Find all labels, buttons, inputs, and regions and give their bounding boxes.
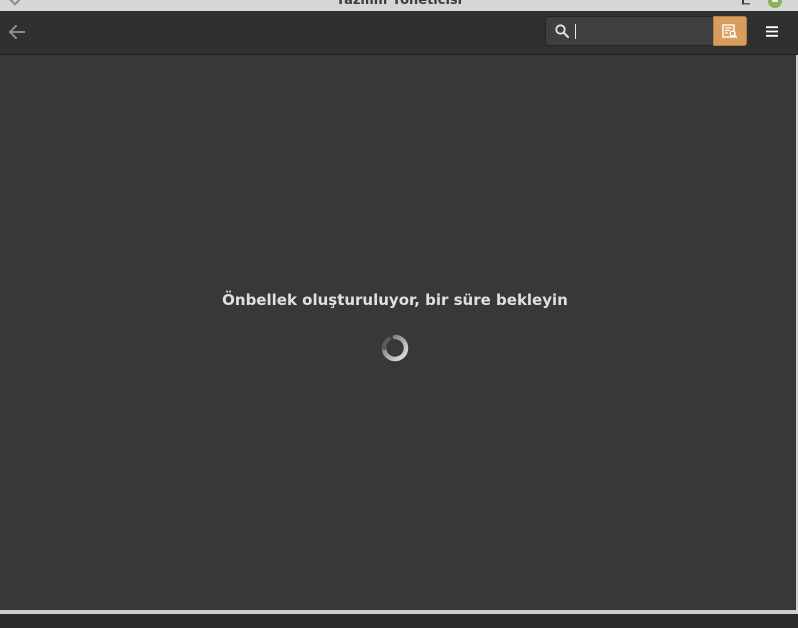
search-input[interactable]	[574, 21, 704, 41]
desktop-background	[0, 614, 798, 628]
header-bar	[0, 11, 798, 55]
back-button[interactable]	[4, 19, 30, 45]
search-in-text-icon	[722, 23, 738, 38]
loading-spinner-icon	[381, 334, 409, 362]
window-title: Yazılım Yöneticisi	[335, 0, 463, 8]
text-caret	[575, 24, 576, 39]
title-bar: Yazılım Yöneticisi	[0, 0, 798, 11]
minimize-button[interactable]	[742, 0, 750, 5]
app-window: Yazılım Yöneticisi Önbellek oluşturuluyo…	[0, 0, 798, 628]
search-icon	[555, 24, 569, 38]
main-menu-button[interactable]	[758, 18, 786, 44]
main-content: Önbellek oluşturuluyor, bir süre bekleyi…	[0, 55, 796, 610]
search-field[interactable]	[545, 16, 713, 46]
search-in-description-button[interactable]	[713, 16, 747, 46]
arrow-left-icon	[9, 25, 25, 39]
hamburger-menu-icon	[766, 25, 778, 37]
loading-message: Önbellek oluşturuluyor, bir süre bekleyi…	[222, 291, 568, 309]
